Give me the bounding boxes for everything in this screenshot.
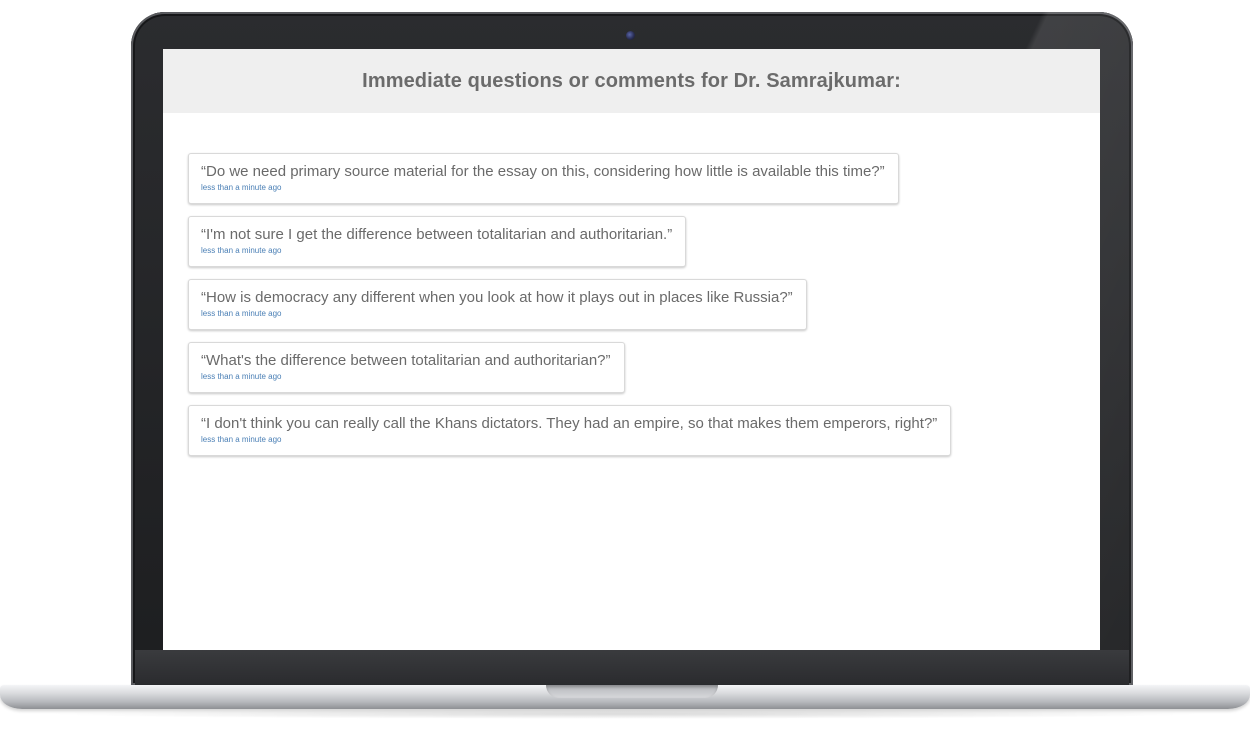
screen-header: Immediate questions or comments for Dr. …	[163, 49, 1100, 113]
comment-timestamp: less than a minute ago	[201, 435, 282, 444]
laptop-shadow	[40, 709, 1210, 719]
comment-card[interactable]: “I don't think you can really call the K…	[188, 405, 952, 456]
comment-text: “What's the difference between totalitar…	[201, 352, 611, 369]
comment-card[interactable]: “I'm not sure I get the difference betwe…	[188, 216, 687, 267]
comment-list: “Do we need primary source material for …	[188, 153, 1075, 468]
laptop-mockup: Immediate questions or comments for Dr. …	[0, 0, 1250, 731]
comment-text: “Do we need primary source material for …	[201, 163, 885, 180]
comment-text: “I don't think you can really call the K…	[201, 415, 938, 432]
comment-card[interactable]: “How is democracy any different when you…	[188, 279, 807, 330]
comment-timestamp: less than a minute ago	[201, 246, 282, 255]
comment-timestamp: less than a minute ago	[201, 372, 282, 381]
comment-card[interactable]: “What's the difference between totalitar…	[188, 342, 625, 393]
comment-timestamp: less than a minute ago	[201, 309, 282, 318]
laptop-screen: Immediate questions or comments for Dr. …	[163, 49, 1100, 650]
comment-text: “I'm not sure I get the difference betwe…	[201, 226, 673, 243]
camera-icon	[626, 31, 635, 40]
comment-timestamp: less than a minute ago	[201, 183, 282, 192]
laptop-chin	[135, 650, 1129, 685]
comment-card[interactable]: “Do we need primary source material for …	[188, 153, 899, 204]
page-title: Immediate questions or comments for Dr. …	[362, 69, 901, 92]
laptop-base-notch	[546, 685, 718, 698]
comment-text: “How is democracy any different when you…	[201, 289, 793, 306]
